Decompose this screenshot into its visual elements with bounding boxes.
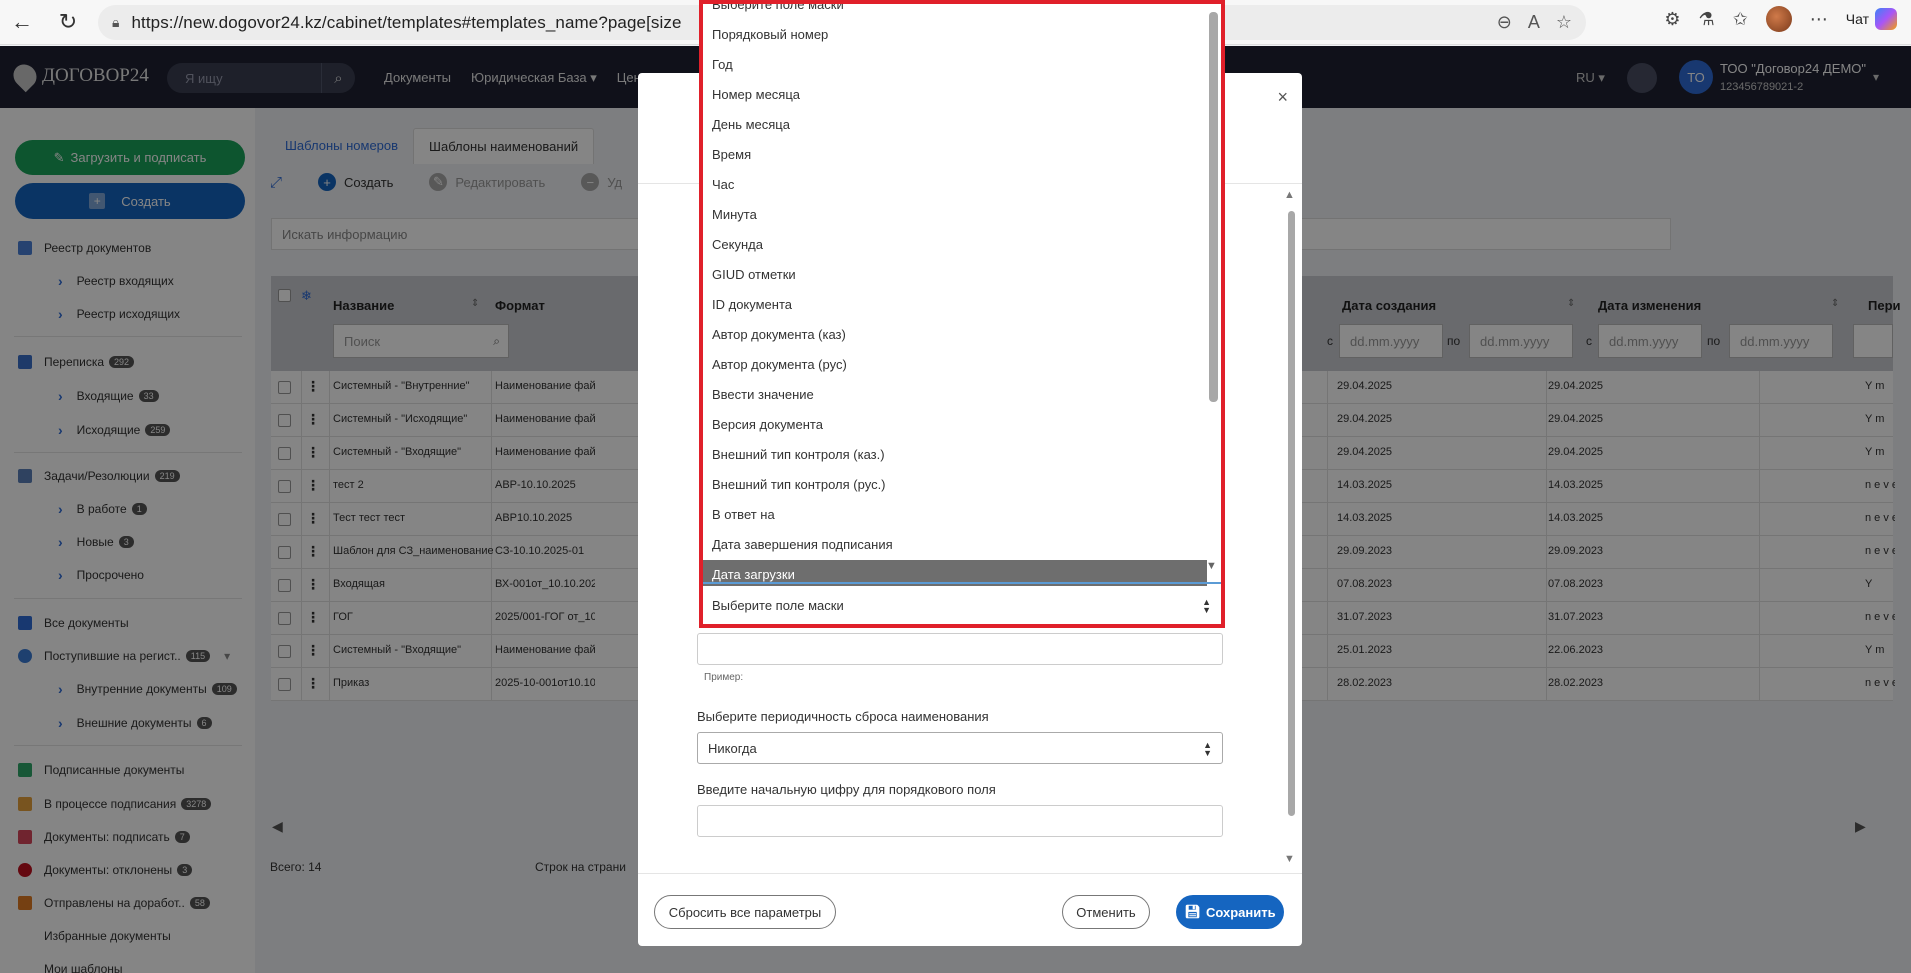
chat-button[interactable]: Чат — [1846, 8, 1897, 30]
mask-field-dropdown: Выберите поле маски Порядковый номер Год Но… — [699, 0, 1225, 628]
back-icon[interactable]: ← — [4, 4, 40, 40]
close-icon[interactable]: × — [1277, 87, 1288, 108]
browser-tools-icon[interactable]: ⚗ — [1699, 9, 1715, 30]
divider — [638, 873, 1302, 874]
start-number-label: Введите начальную цифру для порядкового … — [697, 782, 996, 797]
modal-scrollbar[interactable] — [1288, 211, 1295, 816]
mask-field-select-value: Выберите поле маски — [712, 597, 844, 613]
extensions-icon[interactable]: ⚙ — [1664, 9, 1680, 30]
profile-avatar[interactable] — [1765, 6, 1792, 32]
start-number-input[interactable] — [697, 805, 1223, 837]
example-label: Пример: — [704, 672, 744, 683]
reset-period-label: Выберите периодичность сброса наименован… — [697, 709, 989, 724]
scroll-up-icon[interactable]: ▲ — [1284, 189, 1295, 201]
dropdown-options: Выберите поле маски Порядковый номер Год Но… — [703, 4, 1207, 590]
dropdown-option[interactable]: Минута — [703, 200, 1207, 230]
dropdown-option[interactable]: ID документа — [703, 290, 1207, 320]
lock-icon: 🔒︎ — [112, 14, 120, 30]
more-icon[interactable]: ⋯ — [1810, 9, 1828, 30]
dropdown-option[interactable]: Время — [703, 140, 1207, 170]
copilot-icon — [1875, 8, 1897, 30]
divider — [703, 582, 1221, 584]
dropdown-option[interactable]: Порядковый номер — [703, 20, 1207, 50]
dropdown-option[interactable]: Версия документа — [703, 410, 1207, 440]
mask-field-select[interactable]: Выберите поле маски ▲ ▼ — [703, 586, 1221, 624]
dropdown-option[interactable]: Год — [703, 50, 1207, 80]
chat-label: Чат — [1845, 11, 1869, 27]
dropdown-option[interactable]: Внешний тип контроля (каз.) — [703, 440, 1207, 470]
updown-caret-icon: ▲ ▼ — [1202, 597, 1211, 615]
reset-period-select[interactable]: Никогда ▲ ▼ — [697, 732, 1223, 764]
updown-caret-icon: ▲ ▼ — [1203, 740, 1212, 758]
reload-icon[interactable]: ↻ — [50, 4, 86, 40]
dropdown-option[interactable]: Выберите поле маски — [703, 4, 1207, 20]
save-button[interactable]: 💾︎ Сохранить — [1176, 895, 1284, 929]
save-icon: 💾︎ — [1184, 904, 1201, 919]
scroll-down-icon[interactable]: ▼ — [1284, 853, 1295, 865]
dropdown-option[interactable]: День месяца — [703, 110, 1207, 140]
cancel-button[interactable]: Отменить — [1062, 895, 1150, 929]
dropdown-option[interactable]: Автор документа (каз) — [703, 320, 1207, 350]
dropdown-scrollbar[interactable] — [1209, 12, 1218, 402]
dropdown-option[interactable]: Дата завершения подписания — [703, 530, 1207, 560]
dropdown-option[interactable]: GIUD отметки — [703, 260, 1207, 290]
read-aloud-icon[interactable]: A — [1528, 12, 1540, 33]
dropdown-option[interactable]: В ответ на — [703, 500, 1207, 530]
url-text: https://new.dogovor24.kz/cabinet/templat… — [131, 12, 682, 32]
mask-input[interactable] — [697, 633, 1223, 665]
save-label: Сохранить — [1205, 904, 1276, 920]
dropdown-option[interactable]: Час — [703, 170, 1207, 200]
scroll-down-icon[interactable]: ▼ — [1206, 560, 1217, 572]
reset-period-value: Никогда — [708, 740, 757, 756]
zoom-out-icon[interactable]: ⊖ — [1497, 12, 1512, 33]
dropdown-option[interactable]: Секунда — [703, 230, 1207, 260]
favorite-star-icon[interactable]: ☆ — [1556, 12, 1572, 33]
reset-all-button[interactable]: Сбросить все параметры — [654, 895, 836, 929]
dropdown-option[interactable]: Автор документа (рус) — [703, 350, 1207, 380]
dropdown-option[interactable]: Ввести значение — [703, 380, 1207, 410]
dropdown-option[interactable]: Внешний тип контроля (рус.) — [703, 470, 1207, 500]
favorites-icon[interactable]: ✩ — [1733, 9, 1748, 30]
dropdown-option[interactable]: Номер месяца — [703, 80, 1207, 110]
